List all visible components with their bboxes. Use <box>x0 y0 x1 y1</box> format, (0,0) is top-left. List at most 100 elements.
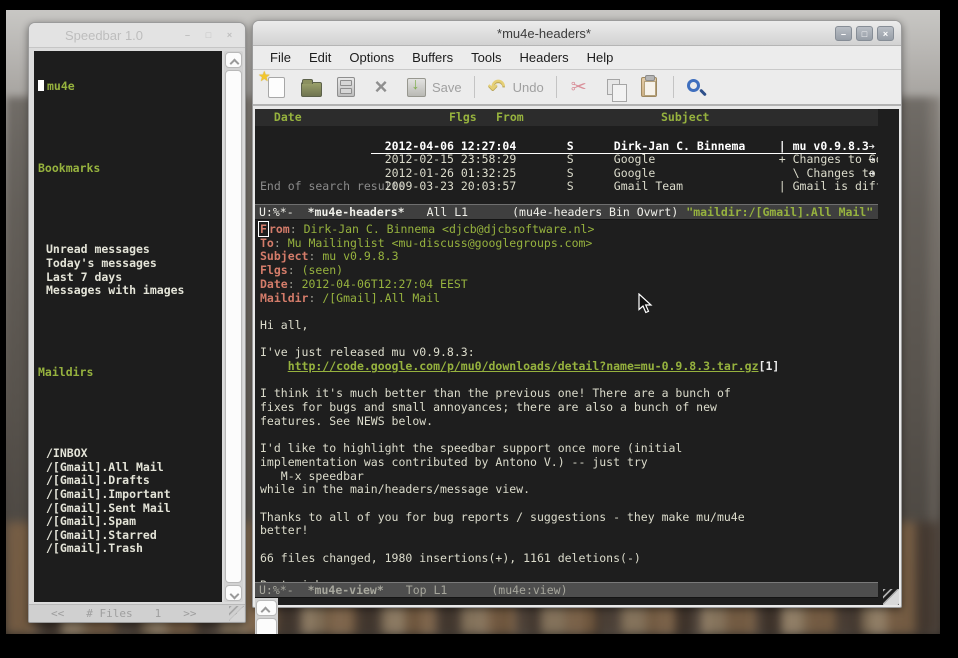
modeline-buffer-name: *mu4e-headers* <box>308 205 405 219</box>
open-file-button[interactable] <box>298 75 324 99</box>
scrollbar-thumb[interactable] <box>256 618 277 634</box>
star-icon: ★ <box>258 68 271 85</box>
speedbar-content: mu4e Bookmarks Unread messagesToday's me… <box>34 51 222 602</box>
truncation-arrow-icon: ➔ <box>868 153 875 167</box>
message-row[interactable]: 2012-01-26 01:32:25SGoogle \ Changes to … <box>260 153 878 167</box>
save-label: Save <box>432 80 462 95</box>
modeline-buffer-name: *mu4e-view* <box>308 583 384 597</box>
speedbar-root-node[interactable]: mu4e <box>38 80 222 94</box>
mouse-cursor <box>638 293 653 314</box>
message-header-line: Subject: mu v0.9.8.3 <box>260 250 878 264</box>
main-titlebar[interactable]: *mu4e-headers* – □ × <box>253 21 901 46</box>
menu-item[interactable]: File <box>261 50 300 65</box>
scroll-up-icon[interactable] <box>256 600 277 616</box>
column-from[interactable]: From <box>496 109 661 126</box>
save-button[interactable] <box>403 75 429 99</box>
sidebar-item-maildir[interactable]: /[Gmail].Trash <box>38 542 222 556</box>
column-subject[interactable]: Subject <box>661 109 709 126</box>
undo-button[interactable]: ↶ <box>484 75 510 99</box>
files-count: 1 <box>155 605 162 622</box>
close-icon[interactable]: × <box>877 26 894 41</box>
message-header-lines: To: Mu Mailinglist <mu-discuss@googlegro… <box>260 237 878 306</box>
resize-grip[interactable] <box>229 606 244 621</box>
maildirs-heading: Maildirs <box>38 366 222 380</box>
sidebar-item-maildir[interactable]: /[Gmail].Drafts <box>38 474 222 488</box>
header-value: Mu Mailinglist <mu-discuss@googlegroups.… <box>288 236 593 250</box>
nav-right[interactable]: >> <box>183 605 196 622</box>
nav-left[interactable]: << <box>51 605 64 622</box>
menu-item[interactable]: Edit <box>300 50 340 65</box>
emacs-scrollbar-column <box>255 598 278 634</box>
scroll-up-icon[interactable] <box>225 52 242 68</box>
sidebar-item-bookmark[interactable]: Today's messages <box>38 257 222 271</box>
from-value[interactable]: Dirk-Jan C. Binnema <djcb@djcbsoftware.n… <box>304 222 595 236</box>
maildirs-list: /INBOX/[Gmail].All Mail/[Gmail].Drafts/[… <box>38 406 222 556</box>
dired-button[interactable] <box>333 75 359 99</box>
modeline-maildir: "maildir:/[Gmail].All Mail" <box>686 205 873 219</box>
speedbar-title: Speedbar 1.0 <box>29 28 179 43</box>
menu-item[interactable]: Help <box>578 50 623 65</box>
menu-item[interactable]: Headers <box>510 50 577 65</box>
menu-item[interactable]: Buffers <box>403 50 462 65</box>
sidebar-item-maildir[interactable]: /[Gmail].Sent Mail <box>38 502 222 516</box>
sidebar-item-maildir[interactable]: /[Gmail].Important <box>38 488 222 502</box>
headers-column-row: DateFlgsFromSubject <box>255 109 878 126</box>
search-button[interactable] <box>683 75 709 99</box>
message-row[interactable]: 2012-04-06 12:27:04SDirk-Jan C. Binnema|… <box>260 126 878 140</box>
row-flags: S <box>567 180 614 194</box>
message-row[interactable]: 2012-02-15 23:58:29SGoogle+ Changes to G… <box>260 140 878 154</box>
header-from-line: From: Dirk-Jan C. Binnema <djcb@djcbsoft… <box>260 223 878 237</box>
sidebar-item-maildir[interactable]: /[Gmail].Spam <box>38 515 222 529</box>
headers-rows: 2012-04-06 12:27:04SDirk-Jan C. Binnema|… <box>260 126 878 180</box>
message-row[interactable]: 2009-03-23 20:03:57SGmail Team| Gmail is… <box>260 167 878 181</box>
sidebar-item-maildir[interactable]: /[Gmail].Starred <box>38 529 222 543</box>
sidebar-item-maildir[interactable]: /[Gmail].All Mail <box>38 461 222 475</box>
sidebar-item-maildir[interactable]: /INBOX <box>38 447 222 461</box>
paste-button[interactable] <box>636 75 662 99</box>
message-url-line: http://code.google.com/p/mu0/downloads/d… <box>260 360 878 374</box>
window-title: *mu4e-headers* <box>253 26 835 41</box>
x-icon: × <box>375 77 388 97</box>
save-icon <box>407 78 426 97</box>
sidebar-item-bookmark[interactable]: Messages with images <box>38 284 222 298</box>
maximize-icon[interactable]: □ <box>856 26 873 41</box>
speedbar-statusbar: << # Files 1 >> <box>29 604 245 622</box>
new-file-button[interactable]: ★ <box>263 75 289 99</box>
header-label: Flgs <box>260 263 288 277</box>
undo-icon: ↶ <box>488 75 506 100</box>
text-cursor <box>38 80 44 91</box>
header-label: Maildir <box>260 291 308 305</box>
menu-item[interactable]: Options <box>340 50 403 65</box>
cut-button[interactable]: ✂ <box>566 75 592 99</box>
truncation-arrow-icon: ➔ <box>868 140 875 154</box>
minimize-icon[interactable]: – <box>835 26 852 41</box>
speedbar-titlebar[interactable]: Speedbar 1.0 – □ × <box>29 23 245 48</box>
download-link[interactable]: http://code.google.com/p/mu0/downloads/d… <box>288 359 759 373</box>
truncation-arrow-icon: ➔ <box>868 167 875 181</box>
resize-grip[interactable] <box>883 589 899 605</box>
column-flags[interactable]: Flgs <box>449 109 496 126</box>
sidebar-item-bookmark[interactable]: Last 7 days <box>38 271 222 285</box>
close-icon[interactable]: × <box>221 28 238 43</box>
close-buffer-button[interactable]: × <box>368 75 394 99</box>
message-header-line: To: Mu Mailinglist <mu-discuss@googlegro… <box>260 237 878 251</box>
headers-scrollbar[interactable] <box>255 598 278 634</box>
toolbar-separator <box>556 76 557 98</box>
copy-button[interactable] <box>601 75 627 99</box>
header-value: 2012-04-06T12:27:04 EEST <box>302 277 468 291</box>
copy-icon <box>607 79 620 95</box>
message-header-line: Date: 2012-04-06T12:27:04 EEST <box>260 278 878 292</box>
speedbar-scrollbar[interactable] <box>224 51 243 602</box>
column-date[interactable]: Date <box>260 109 449 126</box>
sidebar-item-bookmark[interactable]: Unread messages <box>38 243 222 257</box>
scrollbar-thumb[interactable] <box>225 70 242 583</box>
bookmarks-heading: Bookmarks <box>38 162 222 176</box>
minimize-icon[interactable]: – <box>179 28 196 43</box>
menu-bar: FileEditOptionsBuffersToolsHeadersHelp <box>253 46 901 70</box>
scroll-down-icon[interactable] <box>225 585 242 601</box>
footnote-ref: [1] <box>759 359 780 373</box>
maximize-icon[interactable]: □ <box>200 28 217 43</box>
menu-item[interactable]: Tools <box>462 50 510 65</box>
search-icon <box>687 79 700 92</box>
scissors-icon: ✂ <box>571 76 587 99</box>
